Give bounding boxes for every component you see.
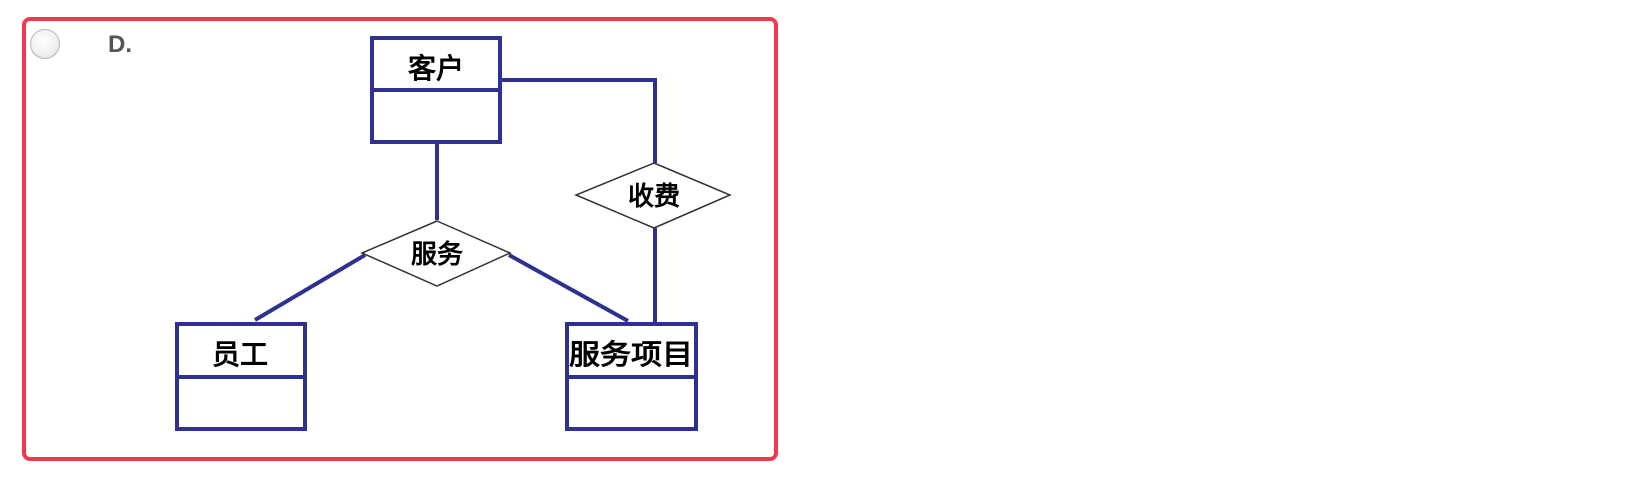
relationship-fee: 收费 <box>574 162 732 229</box>
entity-employee: 员工 <box>175 322 307 431</box>
connector-service-item <box>508 253 629 323</box>
entity-service-item: 服务项目 <box>565 322 698 431</box>
connector-service-employee <box>253 253 367 322</box>
entity-label: 员工 <box>212 338 268 371</box>
relationship-service: 服务 <box>360 220 512 287</box>
connector-customer-fee <box>498 78 657 163</box>
relationship-label: 服务 <box>411 240 463 270</box>
entity-label: 客户 <box>408 52 464 85</box>
er-diagram: 客户 员工 服务项目 服务 收费 <box>175 36 732 431</box>
entity-label: 服务项目 <box>569 338 693 371</box>
relationship-label: 收费 <box>628 182 680 212</box>
entity-customer: 客户 <box>370 36 502 144</box>
